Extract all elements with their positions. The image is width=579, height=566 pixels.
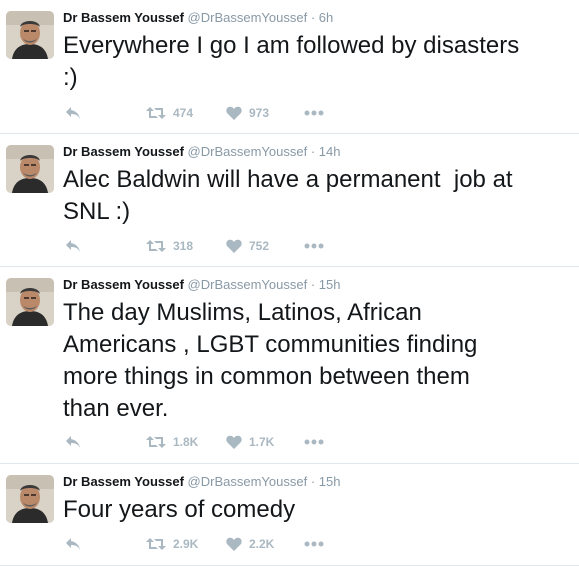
- avatar[interactable]: [6, 475, 54, 523]
- avatar[interactable]: [6, 278, 54, 326]
- like-count: 973: [249, 106, 270, 120]
- retweet-button[interactable]: 474: [146, 103, 193, 123]
- retweet-button[interactable]: 2.9K: [146, 534, 198, 554]
- separator: ·: [310, 474, 316, 489]
- heart-icon: [226, 537, 242, 551]
- avatar-photo: [6, 278, 54, 326]
- more-icon: [304, 541, 324, 547]
- tweet-header: Dr Bassem Youssef @DrBassemYoussef · 15h: [63, 474, 341, 489]
- reply-icon: [66, 107, 80, 119]
- tweet-text: The day Muslims, Latinos, African Americ…: [63, 299, 478, 422]
- avatar-photo: [6, 145, 54, 193]
- display-name[interactable]: Dr Bassem Youssef: [63, 474, 184, 489]
- retweet-count: 2.9K: [173, 537, 199, 551]
- timestamp[interactable]: 14h: [319, 144, 341, 159]
- more-button[interactable]: [304, 236, 324, 256]
- separator: ·: [310, 10, 316, 25]
- retweet-icon: [146, 107, 166, 119]
- heart-icon: [226, 435, 242, 449]
- like-button[interactable]: 1.7K: [226, 432, 274, 452]
- user-handle[interactable]: @DrBassemYoussef: [188, 474, 308, 489]
- avatar[interactable]: [6, 11, 54, 59]
- timestamp[interactable]: 6h: [319, 10, 333, 25]
- retweet-icon: [146, 538, 166, 550]
- reply-button[interactable]: [65, 103, 81, 123]
- more-icon: [304, 243, 324, 249]
- timestamp[interactable]: 15h: [319, 277, 341, 292]
- like-count: 2.2K: [249, 537, 275, 551]
- reply-icon: [66, 538, 80, 550]
- more-button[interactable]: [304, 103, 324, 123]
- timestamp[interactable]: 15h: [319, 474, 341, 489]
- retweet-count: 474: [173, 106, 194, 120]
- tweet-header: Dr Bassem Youssef @DrBassemYoussef · 14h: [63, 144, 341, 159]
- display-name[interactable]: Dr Bassem Youssef: [63, 10, 184, 25]
- separator: ·: [310, 277, 316, 292]
- tweet[interactable]: Dr Bassem Youssef @DrBassemYoussef · 15h…: [0, 464, 579, 566]
- like-button[interactable]: 2.2K: [226, 534, 274, 554]
- like-count: 752: [249, 239, 270, 253]
- like-count: 1.7K: [249, 435, 275, 449]
- more-icon: [304, 110, 324, 116]
- reply-button[interactable]: [65, 534, 81, 554]
- tweet-text: Alec Baldwin will have a permanent job a…: [63, 166, 513, 225]
- retweet-count: 1.8K: [173, 435, 199, 449]
- reply-button[interactable]: [65, 432, 81, 452]
- more-button[interactable]: [304, 432, 324, 452]
- tweet-header: Dr Bassem Youssef @DrBassemYoussef · 6h: [63, 10, 333, 25]
- user-handle[interactable]: @DrBassemYoussef: [188, 144, 308, 159]
- user-handle[interactable]: @DrBassemYoussef: [188, 10, 308, 25]
- tweet[interactable]: Dr Bassem Youssef @DrBassemYoussef · 14h…: [0, 134, 579, 267]
- separator: ·: [310, 144, 316, 159]
- avatar[interactable]: [6, 145, 54, 193]
- retweet-button[interactable]: 318: [146, 236, 193, 256]
- retweet-count: 318: [173, 239, 194, 253]
- avatar-photo: [6, 475, 54, 523]
- avatar-photo: [6, 11, 54, 59]
- display-name[interactable]: Dr Bassem Youssef: [63, 277, 184, 292]
- reply-button[interactable]: [65, 236, 81, 256]
- like-button[interactable]: 752: [226, 236, 269, 256]
- tweet-feed: Dr Bassem Youssef @DrBassemYoussef · 6h …: [0, 0, 579, 566]
- tweet-text: Four years of comedy: [63, 496, 296, 523]
- more-button[interactable]: [304, 534, 324, 554]
- retweet-icon: [146, 436, 166, 448]
- like-button[interactable]: 973: [226, 103, 269, 123]
- user-handle[interactable]: @DrBassemYoussef: [188, 277, 308, 292]
- heart-icon: [226, 106, 242, 120]
- retweet-icon: [146, 240, 166, 252]
- reply-icon: [66, 240, 80, 252]
- heart-icon: [226, 239, 242, 253]
- display-name[interactable]: Dr Bassem Youssef: [63, 144, 184, 159]
- tweet-text: Everywhere I go I am followed by disaste…: [63, 32, 520, 91]
- tweet-header: Dr Bassem Youssef @DrBassemYoussef · 15h: [63, 277, 341, 292]
- tweet[interactable]: Dr Bassem Youssef @DrBassemYoussef · 6h …: [0, 0, 579, 134]
- more-icon: [304, 439, 324, 445]
- reply-icon: [66, 436, 80, 448]
- retweet-button[interactable]: 1.8K: [146, 432, 198, 452]
- tweet[interactable]: Dr Bassem Youssef @DrBassemYoussef · 15h…: [0, 267, 579, 464]
